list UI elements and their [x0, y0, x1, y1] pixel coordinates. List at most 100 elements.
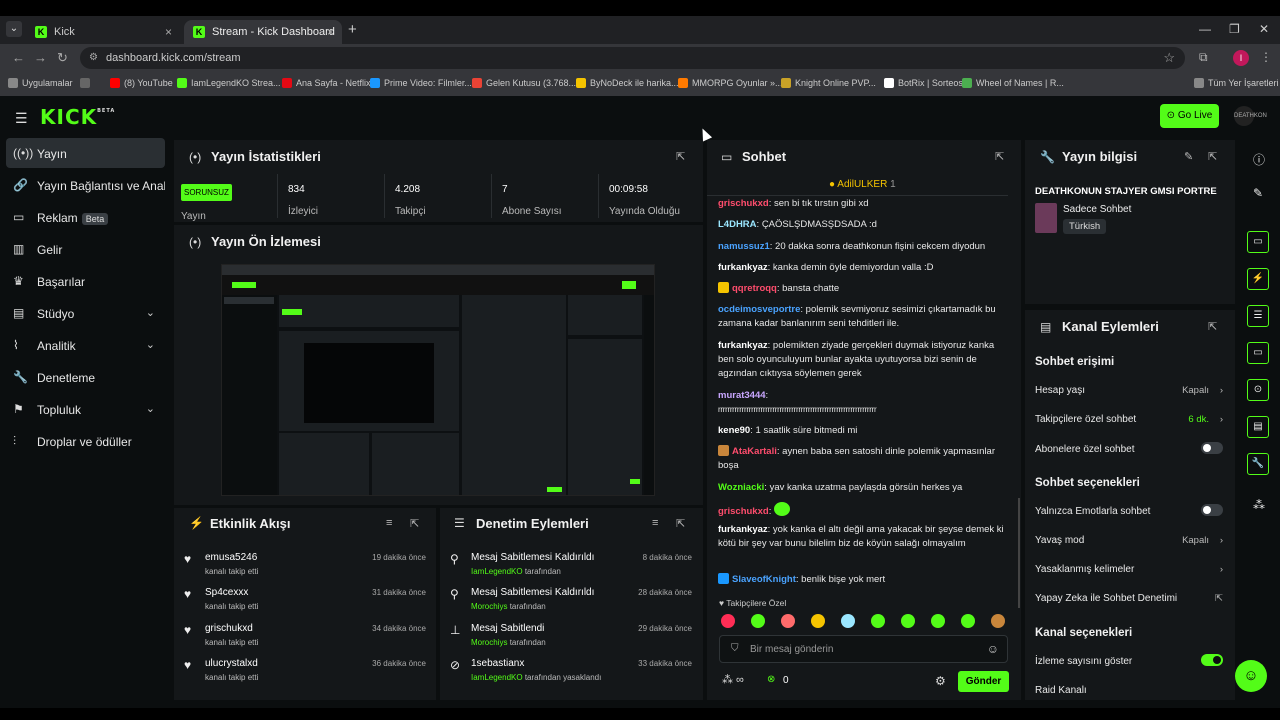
- chat-message[interactable]: namussuz1: 20 dakka sonra deathkonun fiş…: [718, 240, 1010, 254]
- bookmark-item[interactable]: (8) YouTube: [110, 78, 173, 88]
- rail-activity-button[interactable]: ⚡: [1247, 268, 1269, 290]
- stream-preview-video[interactable]: [221, 264, 655, 496]
- raid-setting[interactable]: Raid Kanalı: [1035, 685, 1223, 696]
- popout-icon[interactable]: ⇱: [1208, 150, 1217, 163]
- emote-icon[interactable]: [871, 614, 885, 628]
- sidebar-item-drops[interactable]: ⫶ Droplar ve ödüller: [6, 426, 165, 456]
- sidebar-item-community[interactable]: ⚑ Topluluk ⌄: [6, 394, 165, 424]
- subscriber-chat-toggle[interactable]: [1201, 442, 1223, 454]
- address-bar[interactable]: ⚙ dashboard.kick.com/stream ☆: [80, 47, 1185, 69]
- chat-input[interactable]: ⛉ Bir mesaj gönderin ☺: [719, 635, 1008, 663]
- bookmark-item[interactable]: BotRix | Sorteos: [884, 78, 963, 88]
- bookmark-item[interactable]: Knight Online PVP...: [781, 78, 876, 88]
- chat-message[interactable]: L4DHRA: ÇAÖSLŞDMASŞDSADA :d: [718, 218, 1010, 232]
- emote-icon[interactable]: [811, 614, 825, 628]
- emote-icon[interactable]: [751, 614, 765, 628]
- chat-message[interactable]: ocdeimosveportre: polemik sevmiyoruz ses…: [718, 303, 1010, 331]
- sidebar-item-moderation[interactable]: 🔧 Denetleme: [6, 362, 165, 392]
- chat-message[interactable]: furkankyaz: yok kanka el altı değil ama …: [718, 523, 1010, 551]
- emote-icon[interactable]: [781, 614, 795, 628]
- chat-message[interactable]: furkankyaz: polemikten ziyade gerçekleri…: [718, 339, 1010, 381]
- chat-message[interactable]: furkankyaz: kanka demin öyle demiyordun …: [718, 261, 1010, 275]
- slow-mode-setting[interactable]: Yavaş mod Kapalı ›: [1035, 535, 1223, 546]
- gear-icon[interactable]: ⚙: [935, 674, 946, 688]
- popout-icon[interactable]: ⇱: [676, 150, 685, 163]
- account-age-setting[interactable]: Hesap yaşı Kapalı ›: [1035, 385, 1223, 396]
- rail-wrench-button[interactable]: 🔧: [1247, 453, 1269, 475]
- rail-list-button[interactable]: ☰: [1247, 305, 1269, 327]
- emote-icon[interactable]: [961, 614, 975, 628]
- emote-only-toggle[interactable]: [1201, 504, 1223, 516]
- bookmark-item[interactable]: Tüm Yer İşaretleri: [1194, 78, 1279, 88]
- bookmark-item[interactable]: Gelen Kutusu (3.768...: [472, 78, 576, 88]
- pinned-user[interactable]: ● AdilULKER 1: [829, 179, 896, 190]
- chat-message[interactable]: grischukxd: sen bi tık tırstın gibi xd: [718, 197, 1010, 211]
- emote-icon[interactable]: [901, 614, 915, 628]
- emote-icon[interactable]: [991, 614, 1005, 628]
- popout-icon[interactable]: ⇱: [995, 150, 1004, 163]
- subscriber-chat-setting[interactable]: Abonelere özel sohbet: [1035, 442, 1223, 455]
- sidebar-item-stream-key[interactable]: 🔗Yayın Bağlantısı ve Anahtar: [6, 170, 165, 200]
- emote-icon[interactable]: [931, 614, 945, 628]
- filter-icon[interactable]: ≡: [652, 517, 658, 529]
- sidebar-item-stream[interactable]: ((•)) Yayın: [6, 138, 165, 168]
- extensions-icon[interactable]: ⧉: [1199, 50, 1208, 65]
- bookmark-item[interactable]: Wheel of Names | R...: [962, 78, 1064, 88]
- back-icon[interactable]: ←: [12, 50, 25, 65]
- bookmark-star-icon[interactable]: ☆: [1163, 50, 1175, 66]
- sidebar-item-studio[interactable]: ▤ Stüdyo ⌄: [6, 298, 165, 328]
- chat-message[interactable]: AtaKartali: aynen baba sen satoshi dinle…: [718, 445, 1010, 473]
- go-live-button[interactable]: ⊙ Go Live: [1160, 104, 1219, 128]
- popout-icon[interactable]: ⇱: [410, 517, 419, 530]
- popout-icon[interactable]: ⇱: [676, 517, 685, 530]
- edit-icon[interactable]: ✎: [1253, 186, 1263, 200]
- bookmark-item[interactable]: MMORPG Oyunlar »...: [678, 78, 783, 88]
- popout-icon[interactable]: ⇱: [1208, 320, 1217, 333]
- close-tab-icon[interactable]: ×: [327, 25, 334, 39]
- show-viewers-toggle[interactable]: [1201, 654, 1223, 666]
- tab-search-button[interactable]: ⌄: [6, 21, 22, 37]
- forward-icon[interactable]: →: [34, 50, 47, 65]
- emoji-icon[interactable]: ☺: [987, 642, 999, 656]
- sidebar-item-revenue[interactable]: ▥ Gelir: [6, 234, 165, 264]
- support-chat-button[interactable]: ☺: [1235, 660, 1267, 692]
- user-avatar[interactable]: DEATHKON: [1234, 106, 1267, 126]
- show-viewers-setting[interactable]: İzleme sayısını göster: [1035, 654, 1223, 667]
- rail-broadcast-button[interactable]: ⊙: [1247, 379, 1269, 401]
- restore-icon[interactable]: ❐: [1229, 22, 1240, 36]
- edit-icon[interactable]: ✎: [1184, 150, 1193, 163]
- chat-scrollbar[interactable]: [1018, 498, 1020, 608]
- chat-message[interactable]: murat3444: rrrrrrrrrrrrrrrrrrrrrrrrrrrrrr…: [718, 389, 1010, 417]
- bookmark-item[interactable]: Ana Sayfa - Netflix: [282, 78, 371, 88]
- kick-logo[interactable]: KICKBETA: [40, 105, 115, 129]
- chat-message[interactable]: kene90: 1 saatlik süre bitmedi mi: [718, 424, 1010, 438]
- users-icon[interactable]: ⁂ ∞: [722, 673, 744, 686]
- rail-layers-button[interactable]: ▤: [1247, 416, 1269, 438]
- browser-menu-icon[interactable]: ⋮: [1260, 50, 1272, 64]
- rail-video-button[interactable]: ▭: [1247, 231, 1269, 253]
- close-window-icon[interactable]: ✕: [1259, 22, 1269, 36]
- reload-icon[interactable]: ↻: [57, 50, 68, 66]
- emote-icon[interactable]: [841, 614, 855, 628]
- chat-message[interactable]: Wozniacki: yav kanka uzatma paylaşda gör…: [718, 481, 1010, 495]
- close-tab-icon[interactable]: ×: [165, 25, 172, 39]
- send-button[interactable]: Gönder: [958, 671, 1009, 692]
- profile-avatar[interactable]: I: [1233, 50, 1249, 66]
- browser-tab-kick[interactable]: K Kick ×: [26, 20, 180, 44]
- bookmark-item[interactable]: ByNoDeck ile harika...: [576, 78, 679, 88]
- site-info-icon[interactable]: ⚙: [89, 52, 98, 63]
- chat-message[interactable]: grischukxd:: [718, 502, 1010, 519]
- sidebar-item-achievements[interactable]: ♛ Başarılar: [6, 266, 165, 296]
- users-icon[interactable]: ⁂: [1253, 498, 1265, 512]
- new-tab-icon[interactable]: +: [348, 21, 357, 38]
- menu-icon[interactable]: ☰: [15, 110, 28, 127]
- banned-words-setting[interactable]: Yasaklanmış kelimeler ›: [1035, 564, 1223, 575]
- emote-only-setting[interactable]: Yalnızca Emotlarla sohbet: [1035, 504, 1223, 517]
- minimize-icon[interactable]: —: [1199, 22, 1211, 36]
- bookmark-item[interactable]: IamLegendKO Strea...: [177, 78, 281, 88]
- emote-icon[interactable]: [721, 614, 735, 628]
- follower-chat-setting[interactable]: Takipçilere özel sohbet 6 dk. ›: [1035, 414, 1223, 425]
- filter-icon[interactable]: ≡: [386, 517, 392, 529]
- sidebar-item-analytics[interactable]: ⌇ Analitik ⌄: [6, 330, 165, 360]
- bookmark-item[interactable]: Uygulamalar: [8, 78, 73, 88]
